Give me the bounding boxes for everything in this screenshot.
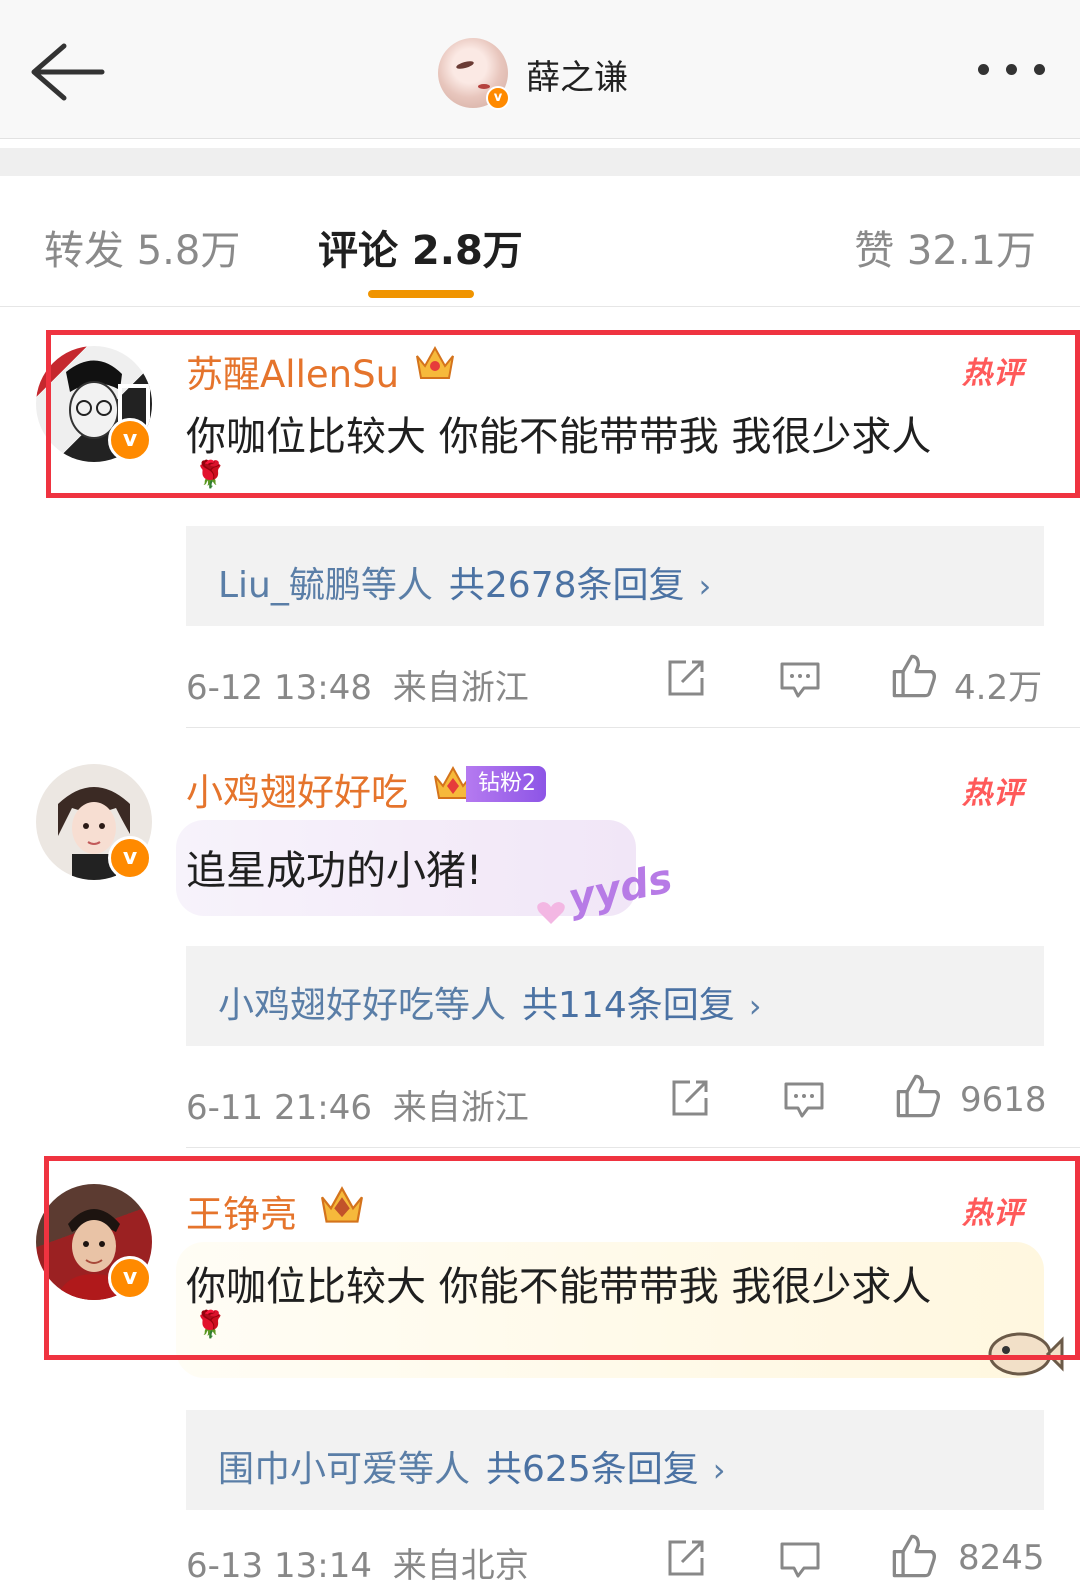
comment-location: 来自浙江 [392,1088,529,1128]
like-count: 9618 [960,1080,1047,1120]
like-icon[interactable] [894,1072,942,1120]
comment-date: 6-11 21:46 [186,1088,372,1128]
like-icon[interactable] [890,1532,938,1580]
comment-icon[interactable] [778,1538,822,1582]
comment-text: 追星成功的小猪! [186,848,483,894]
hot-comment-badge: 热评 [962,776,1024,811]
repost-icon[interactable] [664,1536,708,1580]
repost-icon[interactable] [668,1076,712,1120]
comment-meta: 6-13 13:14 来自北京 [186,1538,529,1587]
back-arrow-icon[interactable] [28,40,108,104]
comment-meta: 6-12 13:48 来自浙江 [186,660,529,709]
reply-summary[interactable]: 围巾小可爱等人 共625条回复 › [186,1410,1044,1510]
like-count: 8245 [958,1538,1045,1578]
comment-meta: 6-11 21:46 来自浙江 [186,1080,529,1129]
heart-icon [537,902,565,924]
more-options-icon[interactable] [978,60,1062,79]
divider [0,306,1080,307]
reply-summary[interactable]: Liu_毓鹏等人 共2678条回复 › [186,526,1044,626]
reply-names[interactable]: 围巾小可爱等人 [218,1449,470,1490]
divider [186,1147,1080,1148]
chevron-right-icon: › [748,987,762,1025]
like-count: 4.2万 [954,668,1043,708]
highlight-box [44,1156,1080,1360]
active-tab-indicator [368,290,474,298]
reply-names[interactable]: Liu_毓鹏等人 [218,565,433,606]
fan-level-badge: 钻粉2 [436,766,546,802]
comment-icon[interactable] [778,658,822,702]
verified-icon: v [108,836,152,880]
top-bar: v 薛之谦 [0,0,1080,139]
tab-like[interactable]: 赞 32.1万 [854,218,1036,276]
tab-comment[interactable]: 评论 2.8万 [318,218,523,276]
page-title[interactable]: 薛之谦 [526,50,628,99]
comment-username[interactable]: 小鸡翅好好吃 [186,762,408,816]
reply-names[interactable]: 小鸡翅好好吃等人 [218,985,506,1026]
reply-count[interactable]: 共625条回复 [486,1449,699,1490]
header-avatar[interactable]: v [438,38,510,110]
highlight-box [46,330,1080,498]
repost-icon[interactable] [664,656,708,700]
like-icon[interactable] [890,652,938,700]
reply-summary[interactable]: 小鸡翅好好吃等人 共114条回复 › [186,946,1044,1046]
comment-icon[interactable] [782,1078,826,1122]
tab-repost[interactable]: 转发 5.8万 [44,218,240,276]
comment-location: 来自北京 [392,1546,529,1586]
comment-location: 来自浙江 [392,668,529,708]
divider [186,727,1080,728]
comment-date: 6-13 13:14 [186,1546,372,1586]
chevron-right-icon: › [698,567,712,605]
reply-count[interactable]: 共2678条回复 [449,565,685,606]
section-gap [0,148,1080,176]
chevron-right-icon: › [712,1451,726,1489]
comment-date: 6-12 13:48 [186,668,372,708]
verified-icon: v [486,86,510,110]
reply-count[interactable]: 共114条回复 [522,985,735,1026]
